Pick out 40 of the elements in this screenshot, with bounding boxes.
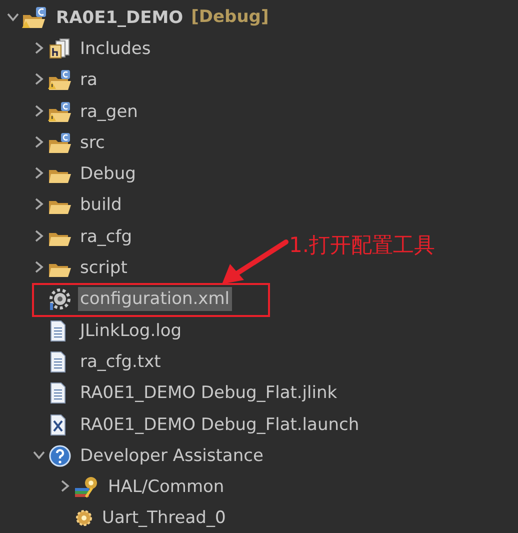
chevron-right-icon[interactable] [33,261,45,274]
project-folder-icon [22,6,48,30]
chevron-right-icon[interactable] [33,104,45,117]
includes-icon [48,38,72,60]
chevron-right-icon[interactable] [33,73,45,86]
build-config-label: [Debug] [191,6,269,29]
tree-item[interactable]: src [78,130,107,155]
components-icon [74,475,100,500]
chevron-down-icon[interactable] [7,10,19,23]
chevron-right-icon[interactable] [33,198,45,210]
chevron-right-icon[interactable] [33,167,45,180]
chevron-down-icon[interactable] [33,448,45,461]
annotation-text: 1.打开配置工具 [289,232,436,259]
chevron-right-icon[interactable] [33,230,45,242]
tree-item[interactable]: ra [78,68,100,92]
tree-item[interactable]: RA0E1_DEMO Debug_Flat.launch [78,412,362,436]
tree-item[interactable]: Debug [78,162,138,186]
tree-item[interactable]: ra_cfg.txt [78,350,163,374]
tree-item[interactable]: build [78,193,124,218]
chevron-right-icon[interactable] [59,480,71,492]
source-folder-icon [48,69,72,92]
tree-item[interactable]: Developer Assistance [78,444,266,468]
project-name[interactable]: RA0E1_DEMO [54,6,186,30]
help-icon [48,444,72,468]
tree-item[interactable]: ra_cfg [78,224,134,249]
tree-item[interactable]: Uart_Thread_0 [100,506,228,530]
gear-icon [74,508,94,528]
source-folder-icon [48,132,72,154]
tree-item[interactable]: configuration.xml [78,287,232,312]
chevron-right-icon[interactable] [33,136,45,148]
tree-item[interactable]: JLinkLog.log [78,318,184,343]
tree-item[interactable]: Includes [78,36,153,61]
source-folder-icon [48,100,72,123]
gear-icon [48,287,72,312]
tree-item[interactable]: HAL/Common [106,475,226,500]
chevron-right-icon[interactable] [33,42,45,54]
arrow [222,240,288,284]
tree-item[interactable]: RA0E1_DEMO Debug_Flat.jlink [78,381,340,406]
tree-item[interactable]: ra_gen [78,100,140,124]
tree-item[interactable]: script [78,256,130,280]
